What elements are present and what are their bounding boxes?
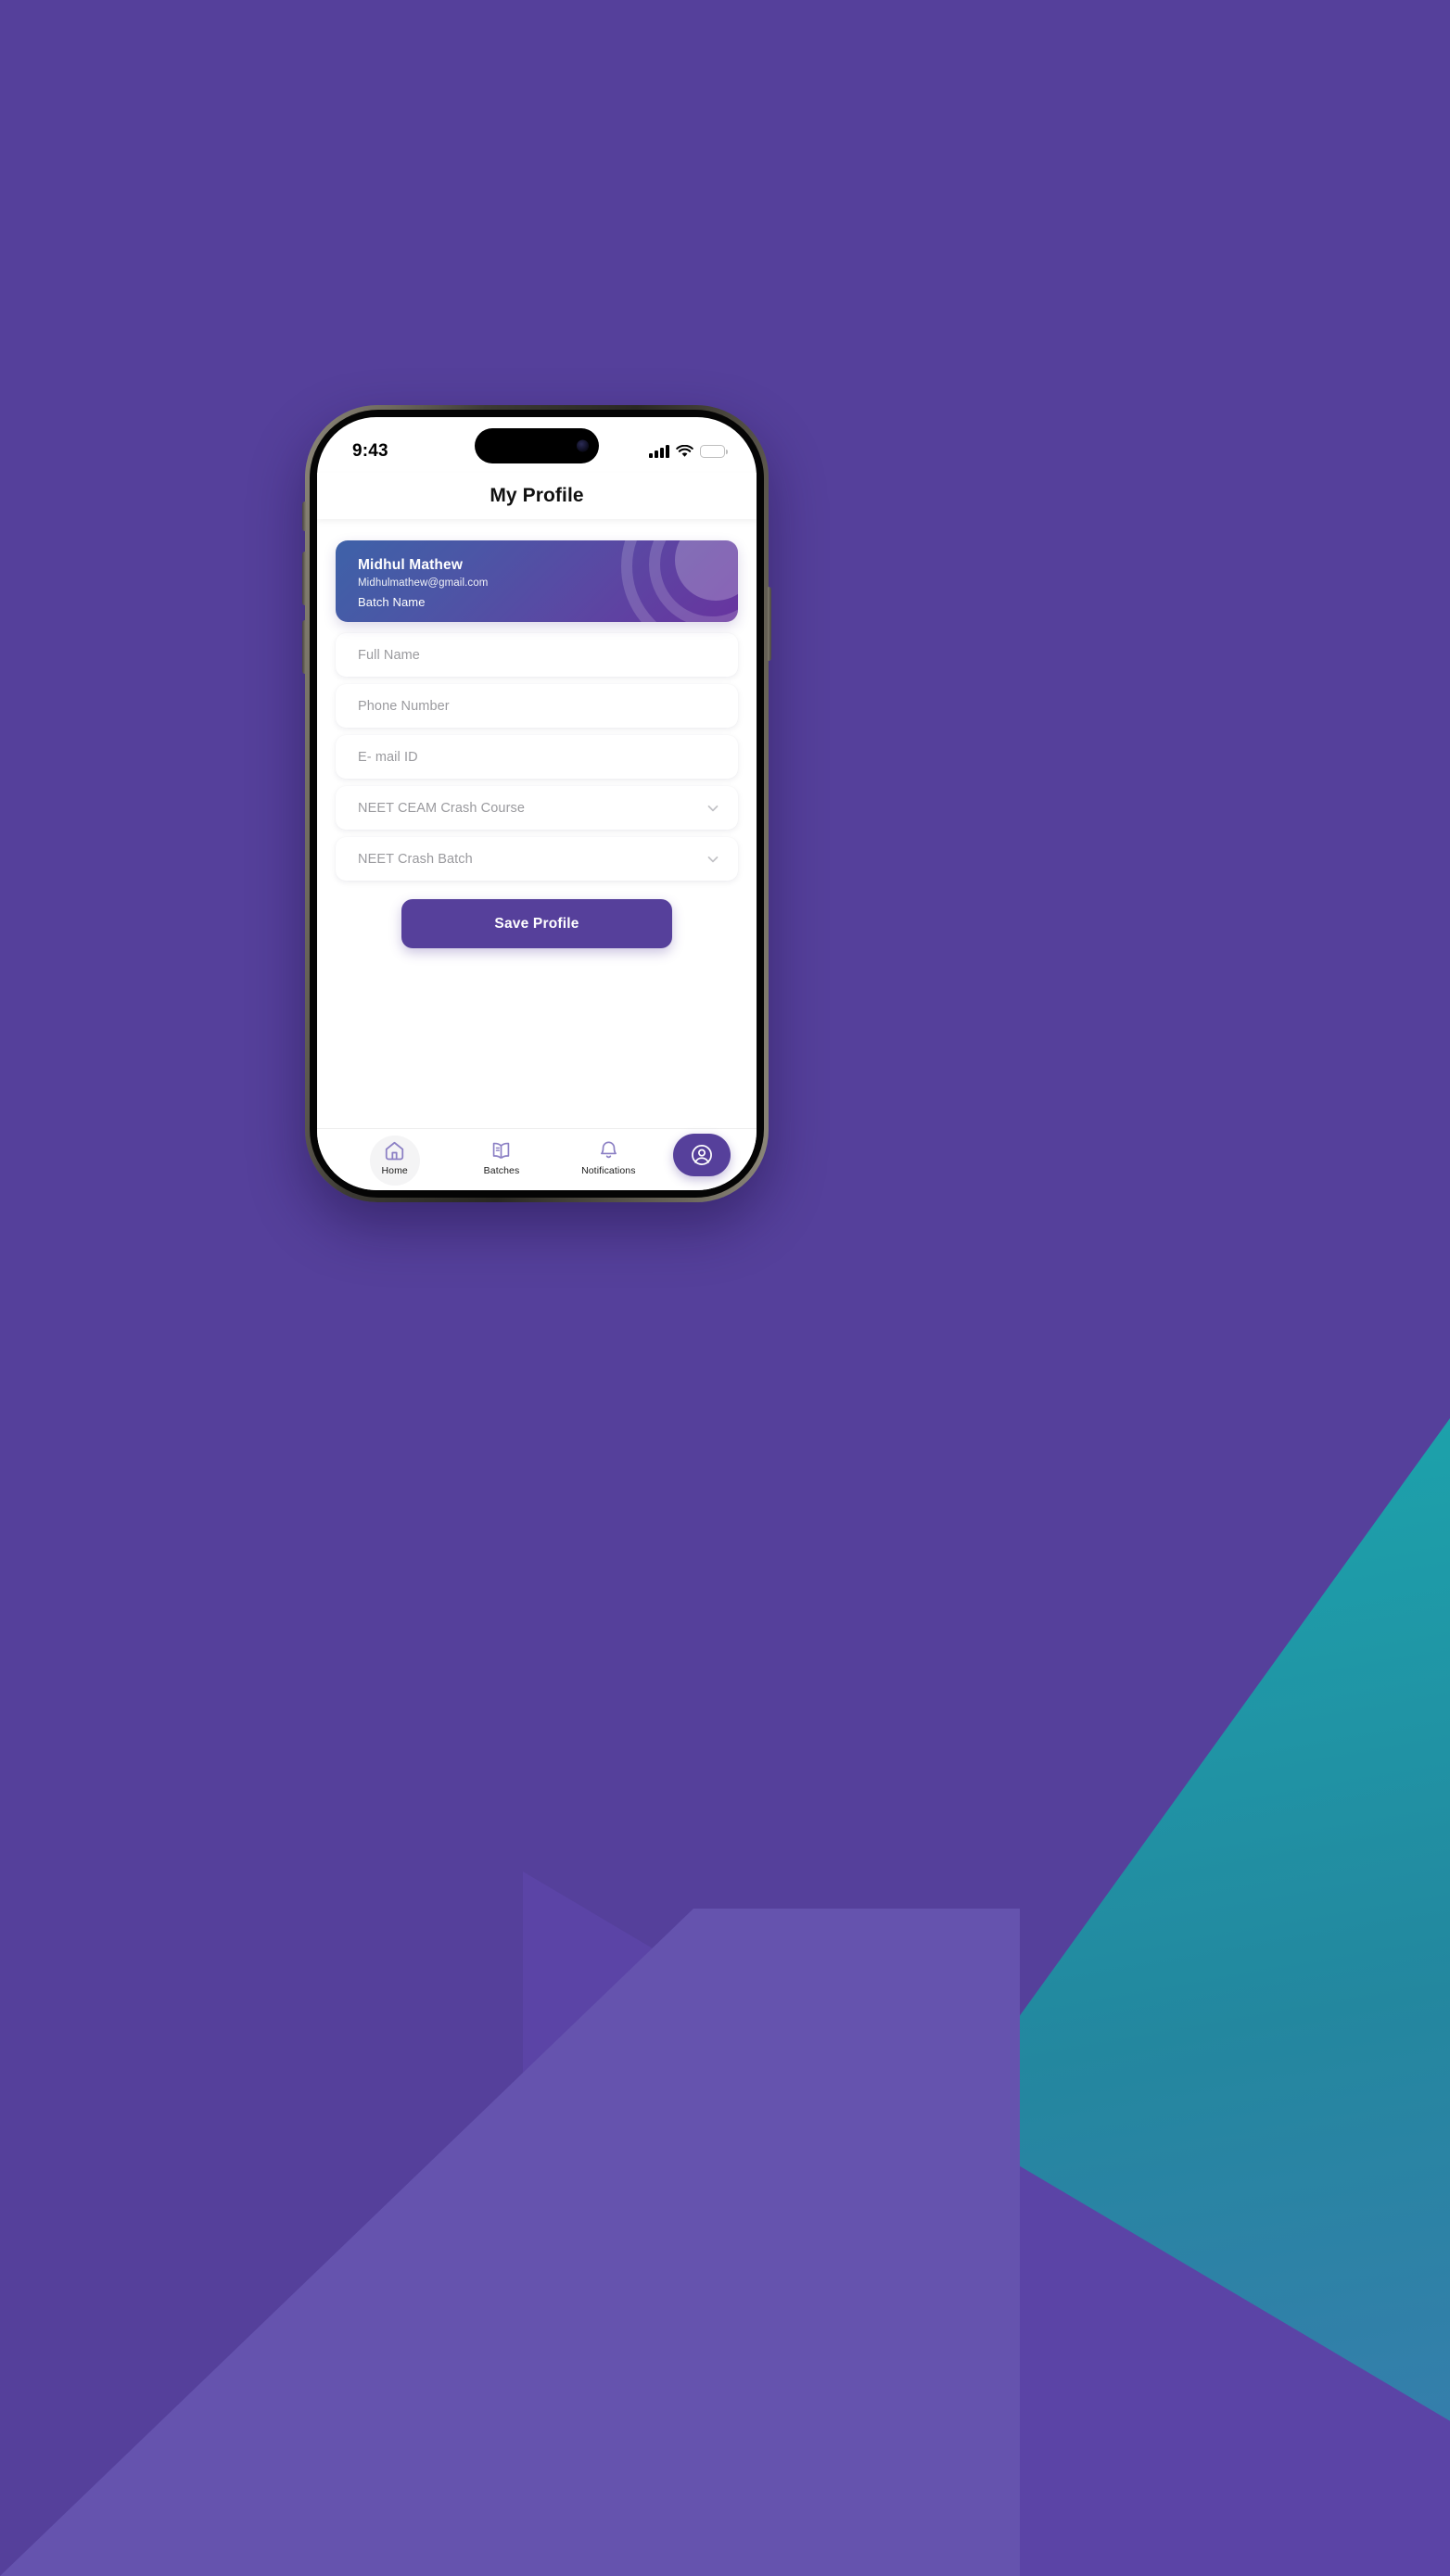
nav-item-home[interactable]: Home — [341, 1134, 448, 1186]
profile-email: Midhulmathew@gmail.com — [358, 577, 489, 589]
save-button-row: Save Profile — [326, 899, 747, 948]
nav-item-batches[interactable]: Batches — [448, 1134, 554, 1176]
bottom-navigation-bar: Home Batches Notifications — [317, 1128, 757, 1190]
chevron-down-icon[interactable] — [705, 800, 721, 817]
save-profile-button[interactable]: Save Profile — [401, 899, 672, 948]
full-name-field[interactable]: Full Name — [336, 633, 738, 677]
background-artwork — [0, 0, 1450, 2576]
nav-label-home: Home — [381, 1165, 408, 1176]
dynamic-island — [475, 428, 599, 463]
status-bar: 9:43 — [317, 417, 757, 473]
batch-select-value: NEET Crash Batch — [358, 851, 473, 867]
profile-form: Full Name Phone Number E- mail ID NEET C… — [326, 633, 747, 881]
wifi-icon — [676, 445, 693, 457]
full-name-placeholder: Full Name — [358, 647, 420, 663]
front-camera-icon — [577, 439, 589, 452]
chevron-down-icon[interactable] — [705, 851, 721, 868]
course-select[interactable]: NEET CEAM Crash Course — [336, 786, 738, 830]
nav-item-notifications[interactable]: Notifications — [555, 1134, 662, 1176]
power-button[interactable] — [768, 587, 771, 661]
volume-down-button[interactable] — [302, 620, 306, 674]
profile-card-text: Midhul Mathew Midhulmathew@gmail.com Bat… — [336, 540, 738, 609]
main-content: Midhul Mathew Midhulmathew@gmail.com Bat… — [317, 519, 757, 1128]
email-id-field[interactable]: E- mail ID — [336, 735, 738, 779]
battery-icon — [700, 445, 729, 458]
app-header: My Profile — [317, 473, 757, 519]
bell-icon — [600, 1141, 617, 1159]
batch-select[interactable]: NEET Crash Batch — [336, 837, 738, 881]
nav-item-profile[interactable] — [672, 1134, 731, 1176]
silent-switch-button[interactable] — [302, 501, 306, 531]
status-bar-icons — [649, 445, 729, 458]
course-select-value: NEET CEAM Crash Course — [358, 800, 526, 816]
status-bar-time: 9:43 — [352, 441, 388, 461]
phone-mockup: 9:43 My Profile Midhul Mathew Midhulmath… — [302, 405, 771, 1202]
nav-label-notifications: Notifications — [581, 1165, 636, 1176]
user-circle-icon — [692, 1145, 712, 1165]
nav-label-batches: Batches — [483, 1165, 520, 1176]
phone-number-field[interactable]: Phone Number — [336, 684, 738, 728]
book-icon — [493, 1142, 510, 1160]
phone-number-placeholder: Phone Number — [358, 698, 450, 714]
cellular-signal-icon — [649, 445, 669, 458]
profile-batch: Batch Name — [358, 595, 426, 609]
profile-summary-card: Midhul Mathew Midhulmathew@gmail.com Bat… — [336, 540, 738, 622]
email-id-placeholder: E- mail ID — [358, 749, 418, 765]
page-title: My Profile — [490, 485, 584, 506]
phone-screen: 9:43 My Profile Midhul Mathew Midhulmath… — [317, 417, 757, 1190]
background-light-purple-band — [0, 1909, 1020, 2576]
home-icon — [386, 1141, 404, 1161]
volume-up-button[interactable] — [302, 552, 306, 605]
profile-name: Midhul Mathew — [358, 557, 464, 573]
